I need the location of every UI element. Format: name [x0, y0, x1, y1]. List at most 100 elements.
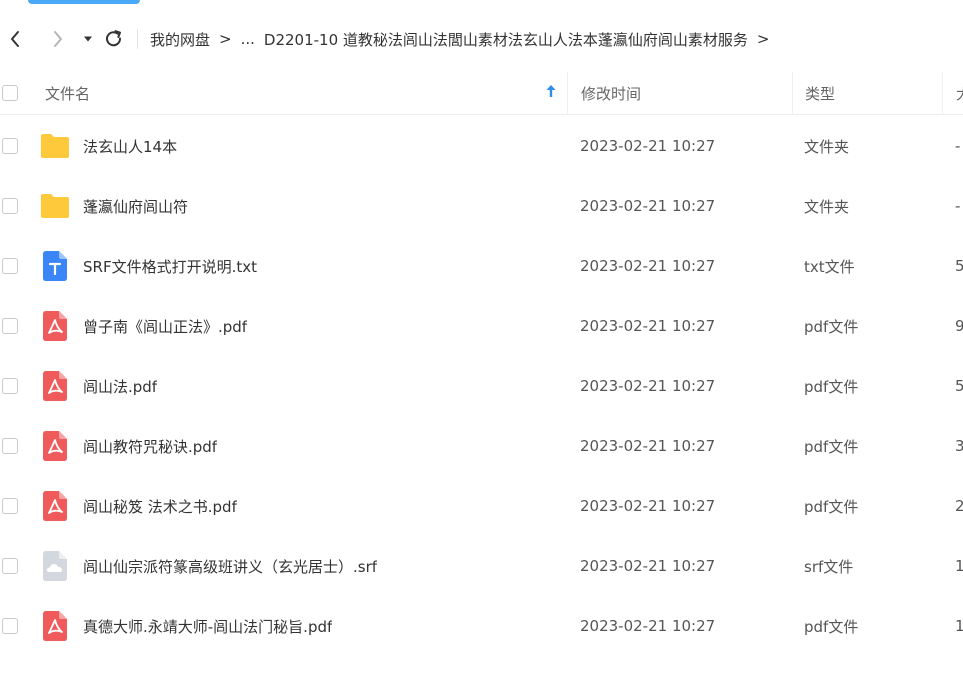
- file-name[interactable]: 闾山教符咒秘诀.pdf: [83, 436, 217, 457]
- file-type: pdf文件: [804, 497, 859, 516]
- file-size: -: [955, 137, 961, 155]
- column-header-type[interactable]: 类型: [792, 72, 942, 114]
- breadcrumb-ellipsis[interactable]: ...: [241, 30, 255, 48]
- row-checkbox[interactable]: [2, 198, 18, 214]
- srf-file-icon: [40, 551, 70, 581]
- file-name[interactable]: 闾山秘笈 法术之书.pdf: [83, 496, 237, 517]
- file-row[interactable]: 闾山秘笈 法术之书.pdf 2023-02-21 10:27 pdf文件 2: [0, 476, 963, 536]
- file-type: txt文件: [804, 257, 855, 276]
- column-header-name-label: 文件名: [45, 84, 91, 103]
- nav-divider: [137, 29, 138, 49]
- column-header-size[interactable]: 大: [942, 72, 963, 114]
- file-modified-time: 2023-02-21 10:27: [580, 197, 716, 215]
- column-header-name[interactable]: 文件名: [40, 72, 567, 114]
- history-dropdown-button[interactable]: [77, 28, 99, 50]
- file-row[interactable]: 法玄山人14本 2023-02-21 10:27 文件夹 -: [0, 116, 963, 176]
- file-name[interactable]: 法玄山人14本: [83, 136, 177, 157]
- breadcrumb-root[interactable]: 我的网盘: [150, 29, 210, 50]
- row-checkbox[interactable]: [2, 558, 18, 574]
- file-name-cell: 闾山教符咒秘诀.pdf: [40, 416, 567, 476]
- file-name[interactable]: 真德大师.永靖大师-闾山法门秘旨.pdf: [83, 616, 332, 637]
- navigation-bar: 我的网盘 > ... D2201-10 道教秘法闾山法閭山素材法玄山人法本蓬瀛仙…: [0, 14, 963, 64]
- row-checkbox-cell: [0, 558, 40, 574]
- file-size: 5: [955, 377, 963, 395]
- breadcrumb: 我的网盘 > ... D2201-10 道教秘法闾山法閭山素材法玄山人法本蓬瀛仙…: [150, 29, 778, 50]
- back-button[interactable]: [4, 28, 26, 50]
- file-row[interactable]: 蓬瀛仙府闾山符 2023-02-21 10:27 文件夹 -: [0, 176, 963, 236]
- file-modified-time: 2023-02-21 10:27: [580, 317, 716, 335]
- file-type: pdf文件: [804, 377, 859, 396]
- file-size: 1: [955, 557, 963, 575]
- file-row[interactable]: 闾山仙宗派符篆高级班讲义（玄光居士）.srf 2023-02-21 10:27 …: [0, 536, 963, 596]
- row-checkbox[interactable]: [2, 378, 18, 394]
- file-size: 1: [955, 617, 963, 635]
- select-all-checkbox[interactable]: [2, 85, 18, 101]
- file-row[interactable]: 真德大师.永靖大师-闾山法门秘旨.pdf 2023-02-21 10:27 pd…: [0, 596, 963, 656]
- file-modified-time: 2023-02-21 10:27: [580, 497, 716, 515]
- file-name-cell: 闾山秘笈 法术之书.pdf: [40, 476, 567, 536]
- breadcrumb-separator: >: [756, 30, 770, 48]
- column-header-size-label: 大: [956, 83, 963, 104]
- file-modified-time: 2023-02-21 10:27: [580, 557, 716, 575]
- row-checkbox[interactable]: [2, 438, 18, 454]
- file-modified-time: 2023-02-21 10:27: [580, 377, 716, 395]
- file-size: -: [955, 197, 961, 215]
- file-name-cell: SRF文件格式打开说明.txt: [40, 236, 567, 296]
- folder-icon: [40, 131, 70, 161]
- column-header-type-label: 类型: [805, 84, 836, 103]
- refresh-icon: [104, 29, 124, 49]
- file-table-header: 文件名 修改时间 类型 大: [0, 72, 963, 115]
- row-checkbox-cell: [0, 138, 40, 154]
- file-size: 2: [955, 497, 963, 515]
- row-checkbox[interactable]: [2, 498, 18, 514]
- row-checkbox-cell: [0, 498, 40, 514]
- pdf-file-icon: [40, 491, 70, 521]
- column-header-modified-label: 修改时间: [581, 84, 642, 103]
- file-name-cell: 真德大师.永靖大师-闾山法门秘旨.pdf: [40, 596, 567, 656]
- file-row[interactable]: 闾山法.pdf 2023-02-21 10:27 pdf文件 5: [0, 356, 963, 416]
- active-tab-indicator: [28, 0, 140, 4]
- row-checkbox-cell: [0, 198, 40, 214]
- forward-button[interactable]: [47, 28, 69, 50]
- caret-down-icon: [83, 35, 93, 43]
- pdf-file-icon: [40, 311, 70, 341]
- file-modified-time: 2023-02-21 10:27: [580, 437, 716, 455]
- file-type: 文件夹: [804, 137, 850, 156]
- row-checkbox[interactable]: [2, 258, 18, 274]
- pdf-file-icon: [40, 371, 70, 401]
- file-row[interactable]: 曾子南《闾山正法》.pdf 2023-02-21 10:27 pdf文件 9: [0, 296, 963, 356]
- row-checkbox[interactable]: [2, 318, 18, 334]
- file-name-cell: 闾山法.pdf: [40, 356, 567, 416]
- row-checkbox[interactable]: [2, 618, 18, 634]
- file-type: pdf文件: [804, 317, 859, 336]
- row-checkbox-cell: [0, 618, 40, 634]
- file-name-cell: 闾山仙宗派符篆高级班讲义（玄光居士）.srf: [40, 536, 567, 596]
- row-checkbox-cell: [0, 378, 40, 394]
- file-name[interactable]: 曾子南《闾山正法》.pdf: [83, 316, 247, 337]
- row-checkbox[interactable]: [2, 138, 18, 154]
- file-name[interactable]: SRF文件格式打开说明.txt: [83, 256, 257, 277]
- folder-icon: [40, 191, 70, 221]
- file-name[interactable]: 蓬瀛仙府闾山符: [83, 196, 188, 217]
- refresh-button[interactable]: [103, 28, 125, 50]
- file-row[interactable]: 闾山教符咒秘诀.pdf 2023-02-21 10:27 pdf文件 3: [0, 416, 963, 476]
- pdf-file-icon: [40, 431, 70, 461]
- column-header-modified[interactable]: 修改时间: [567, 72, 792, 114]
- chevron-right-icon: [52, 30, 64, 48]
- file-name-cell: 法玄山人14本: [40, 116, 567, 176]
- file-name[interactable]: 闾山仙宗派符篆高级班讲义（玄光居士）.srf: [83, 556, 377, 577]
- file-modified-time: 2023-02-21 10:27: [580, 617, 716, 635]
- header-checkbox-cell: [0, 85, 40, 101]
- breadcrumb-separator: >: [219, 30, 232, 48]
- file-list: 法玄山人14本 2023-02-21 10:27 文件夹 - 蓬瀛仙府闾山符 2…: [0, 116, 963, 656]
- chevron-left-icon: [9, 30, 21, 48]
- file-type: 文件夹: [804, 197, 850, 216]
- file-type: srf文件: [804, 557, 854, 576]
- file-modified-time: 2023-02-21 10:27: [580, 257, 716, 275]
- breadcrumb-current-folder[interactable]: D2201-10 道教秘法闾山法閭山素材法玄山人法本蓬瀛仙府闾山素材服务: [264, 29, 748, 50]
- row-checkbox-cell: [0, 438, 40, 454]
- file-name[interactable]: 闾山法.pdf: [83, 376, 157, 397]
- file-modified-time: 2023-02-21 10:27: [580, 137, 716, 155]
- file-name-cell: 曾子南《闾山正法》.pdf: [40, 296, 567, 356]
- file-row[interactable]: SRF文件格式打开说明.txt 2023-02-21 10:27 txt文件 5: [0, 236, 963, 296]
